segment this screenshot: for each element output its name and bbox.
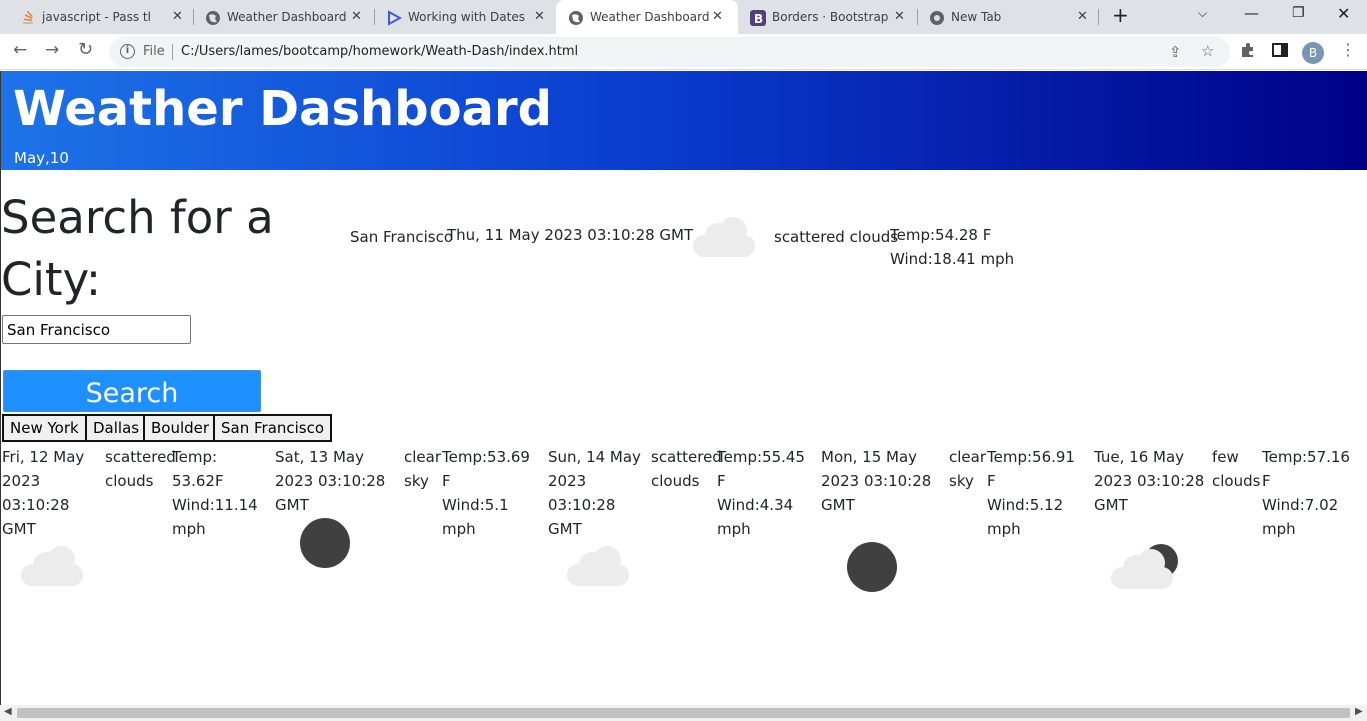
- close-icon[interactable]: ✕: [351, 9, 362, 24]
- forecast-temp: Temp:56.91 F: [987, 448, 1075, 490]
- tab-working-with-dates[interactable]: Working with Dates ar ✕: [374, 0, 556, 34]
- tab-title: Weather Dashboard: [227, 10, 347, 24]
- close-icon[interactable]: ✕: [534, 9, 545, 24]
- forecast-description: scattered clouds: [651, 448, 722, 490]
- page-content: Weather Dashboard May,10 Search for a Ci…: [0, 71, 1367, 705]
- current-description: scattered clouds: [774, 228, 899, 246]
- info-icon[interactable]: i: [120, 44, 135, 59]
- bootstrap-icon: B: [750, 10, 766, 26]
- cloud-icon: [21, 546, 83, 586]
- forecast-date: Sun, 14 May 2023 03:10:28 GMT: [548, 448, 641, 538]
- chrome-icon: [929, 10, 945, 26]
- browser-toolbar: ← → ↻ i File C:/Users/lames/bootcamp/hom…: [0, 34, 1367, 70]
- sun-icon: [847, 542, 897, 592]
- current-date: Thu, 11 May 2023 03:10:28 GMT: [447, 226, 694, 244]
- scroll-right-arrow-icon[interactable]: ▶: [1355, 706, 1363, 717]
- omnibox-divider: [172, 44, 173, 60]
- history-button-dallas[interactable]: Dallas: [85, 414, 148, 442]
- forecast-wind: Wind:11.14 mph: [172, 496, 258, 538]
- history-button-san-francisco[interactable]: San Francisco: [213, 414, 333, 442]
- file-label: File: [143, 44, 165, 59]
- tab-weather-dashboard-1[interactable]: Weather Dashboard ✕: [193, 0, 373, 34]
- profile-avatar[interactable]: B: [1302, 42, 1324, 64]
- forecast-wind: Wind:5.1 mph: [442, 496, 509, 538]
- close-icon[interactable]: ✕: [894, 9, 905, 24]
- sun-icon: [300, 518, 350, 568]
- globe-icon: [205, 10, 221, 26]
- back-arrow-icon[interactable]: ←: [13, 40, 27, 60]
- scrollbar-thumb[interactable]: [17, 708, 1350, 718]
- app-header: Weather Dashboard May,10: [1, 71, 1367, 170]
- forecast-description: few clouds: [1212, 448, 1261, 490]
- tab-title: javascript - Pass the re: [42, 10, 150, 24]
- search-button[interactable]: Search: [3, 370, 261, 412]
- tab-title: Working with Dates ar: [408, 10, 526, 24]
- forecast-description: clear sky: [404, 448, 442, 490]
- forecast-date: Sat, 13 May 2023 03:10:28 GMT: [275, 448, 386, 514]
- browser-tab-bar: javascript - Pass the re ✕ Weather Dashb…: [0, 0, 1367, 34]
- tab-weather-dashboard-active[interactable]: Weather Dashboard ✕: [556, 0, 738, 34]
- current-wind: Wind:18.41 mph: [890, 250, 1015, 268]
- horizontal-scrollbar[interactable]: ◀ ▶: [0, 705, 1367, 721]
- svg-text:B: B: [754, 12, 763, 26]
- tab-title: Borders · Bootstrap: [772, 10, 889, 24]
- page-title: Weather Dashboard: [13, 81, 552, 137]
- close-icon[interactable]: ✕: [712, 9, 723, 24]
- forecast-description: clear sky: [949, 448, 987, 490]
- close-icon[interactable]: ✕: [1077, 9, 1088, 24]
- forecast-temp: Temp:55.45 F: [717, 448, 805, 490]
- cloud-icon: [567, 546, 629, 586]
- city-search-input[interactable]: [2, 315, 191, 344]
- minimize-icon[interactable]: —: [1244, 4, 1259, 22]
- forward-arrow-icon[interactable]: →: [45, 40, 59, 60]
- menu-kebab-icon[interactable]: ⋮: [1340, 40, 1356, 59]
- history-button-boulder[interactable]: Boulder: [143, 414, 218, 442]
- forecast-description: scattered clouds: [105, 448, 176, 490]
- globe-icon: [568, 10, 584, 26]
- share-icon[interactable]: ⇪: [1169, 43, 1182, 61]
- header-date: May,10: [14, 149, 69, 167]
- extensions-puzzle-icon[interactable]: [1240, 42, 1256, 62]
- bookmark-star-icon[interactable]: ☆: [1201, 42, 1214, 60]
- tab-new-tab[interactable]: New Tab ✕: [917, 0, 1097, 34]
- scroll-left-arrow-icon[interactable]: ◀: [4, 706, 12, 717]
- restore-icon[interactable]: ❐: [1292, 5, 1305, 21]
- side-panel-icon[interactable]: [1272, 42, 1288, 62]
- new-tab-plus-icon[interactable]: +: [1112, 3, 1129, 27]
- forecast-date: Mon, 15 May 2023 03:10:28 GMT: [821, 448, 932, 514]
- stackoverflow-icon: [20, 10, 36, 26]
- forecast-temp: Temp: 53.62F: [172, 448, 224, 490]
- forecast-wind: Wind:5.12 mph: [987, 496, 1064, 538]
- play-icon: [386, 10, 403, 26]
- tab-title: Weather Dashboard: [590, 10, 710, 24]
- cloud-moon-icon: [1111, 543, 1181, 591]
- tab-search-chevron-icon[interactable]: ⌵: [1198, 6, 1207, 21]
- cloud-icon: [693, 217, 755, 257]
- reload-icon[interactable]: ↻: [78, 39, 93, 60]
- url-text[interactable]: C:/Users/lames/bootcamp/homework/Weath-D…: [181, 44, 578, 59]
- tab-javascript[interactable]: javascript - Pass the re ✕: [8, 0, 192, 34]
- address-bar[interactable]: i File C:/Users/lames/bootcamp/homework/…: [109, 37, 1230, 67]
- tab-title: New Tab: [951, 10, 1002, 24]
- tab-borders-bootstrap[interactable]: B Borders · Bootstrap ✕: [738, 0, 918, 34]
- window-close-icon[interactable]: ✕: [1337, 4, 1350, 23]
- current-city: San Francisco: [350, 228, 454, 246]
- forecast-date: Tue, 16 May 2023 03:10:28 GMT: [1094, 448, 1205, 514]
- current-temp: Temp:54.28 F: [890, 226, 992, 244]
- forecast-wind: Wind:7.02 mph: [1262, 496, 1339, 538]
- tab-separator: [1098, 9, 1099, 25]
- history-button-new-york[interactable]: New York: [2, 414, 87, 442]
- search-heading: Search for a City:: [1, 191, 274, 306]
- forecast-date: Fri, 12 May 2023 03:10:28 GMT: [2, 448, 85, 538]
- forecast-temp: Temp:57.16 F: [1262, 448, 1350, 490]
- forecast-temp: Temp:53.69 F: [442, 448, 530, 490]
- close-icon[interactable]: ✕: [172, 9, 183, 24]
- forecast-wind: Wind:4.34 mph: [717, 496, 794, 538]
